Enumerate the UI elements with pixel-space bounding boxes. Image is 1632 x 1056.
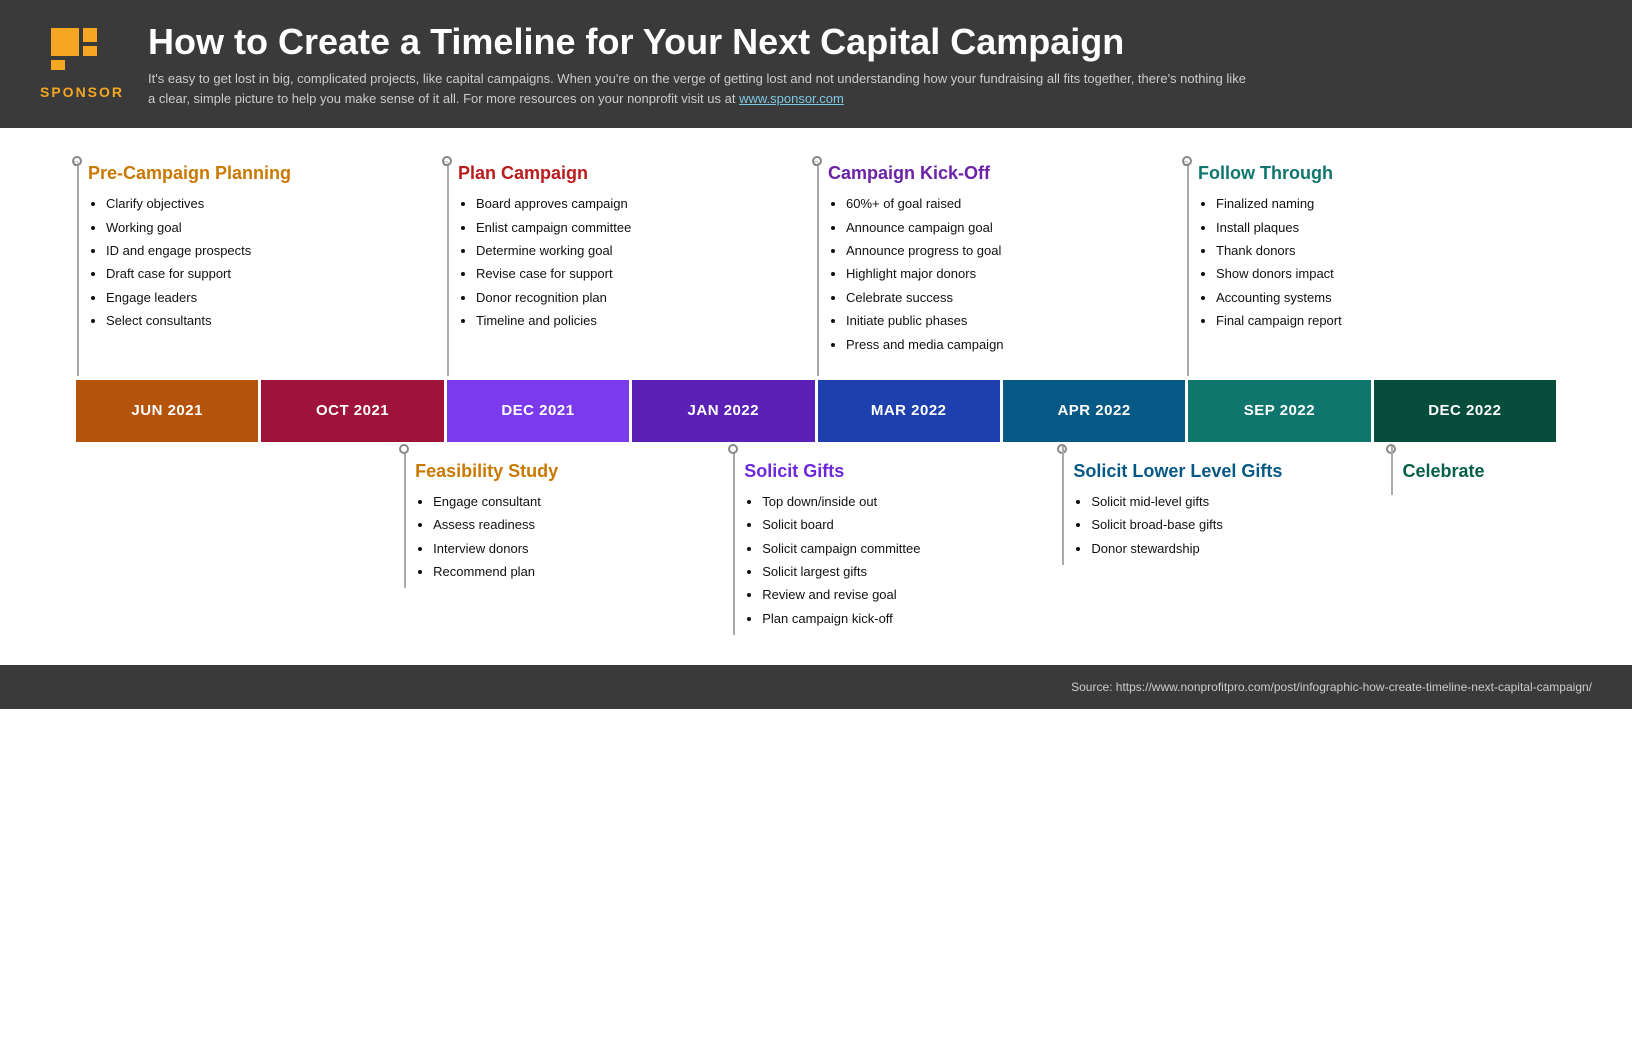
timeline-cell-jun2021: JUN 2021 [76, 380, 258, 442]
list-item: Clarify objectives [106, 192, 441, 215]
list-item: Solicit largest gifts [762, 560, 1056, 583]
list-item: Top down/inside out [762, 490, 1056, 513]
timeline-cell-jan2022: JAN 2022 [632, 380, 814, 442]
source-text: Source: https://www.nonprofitpro.com/pos… [1071, 680, 1592, 694]
phase-solicit-gifts: Solicit Gifts Top down/inside out Solici… [732, 446, 1061, 635]
list-item: Announce campaign goal [846, 216, 1181, 239]
list-item: Plan campaign kick-off [762, 607, 1056, 630]
list-item: Celebrate success [846, 286, 1181, 309]
phase-plan-campaign: Plan Campaign Board approves campaign En… [446, 158, 816, 376]
list-item: Timeline and policies [476, 309, 811, 332]
phase-follow-through-title: Follow Through [1198, 163, 1551, 184]
list-item: Interview donors [433, 537, 727, 560]
list-item: Enlist campaign committee [476, 216, 811, 239]
phase-plan-campaign-title: Plan Campaign [458, 163, 811, 184]
logo-container: SPONSOR [40, 28, 124, 100]
phase-solicit-lower: Solicit Lower Level Gifts Solicit mid-le… [1061, 446, 1390, 565]
list-item: 60%+ of goal raised [846, 192, 1181, 215]
timeline-cell-apr2022: APR 2022 [1003, 380, 1185, 442]
phase-kickoff: Campaign Kick-Off 60%+ of goal raised An… [816, 158, 1186, 376]
list-item: Show donors impact [1216, 262, 1551, 285]
phase-feasibility-list: Engage consultant Assess readiness Inter… [415, 490, 727, 584]
list-item: Donor recognition plan [476, 286, 811, 309]
phase-solicit-lower-title: Solicit Lower Level Gifts [1073, 461, 1385, 482]
list-item: Solicit broad-base gifts [1091, 513, 1385, 536]
list-item: Solicit campaign committee [762, 537, 1056, 560]
phase-pre-campaign-title: Pre-Campaign Planning [88, 163, 441, 184]
timeline-cell-sep2022: SEP 2022 [1188, 380, 1370, 442]
connector-dot-follow [1182, 156, 1192, 166]
list-item: Determine working goal [476, 239, 811, 262]
timeline-bar: JUN 2021 OCT 2021 DEC 2021 JAN 2022 MAR … [76, 380, 1556, 442]
list-item: Final campaign report [1216, 309, 1551, 332]
phase-follow-through: Follow Through Finalized naming Install … [1186, 158, 1556, 376]
timeline-cell-mar2022: MAR 2022 [818, 380, 1000, 442]
connector-dot-plan [442, 156, 452, 166]
phase-pre-campaign: Pre-Campaign Planning Clarify objectives… [76, 158, 446, 376]
connector-dot-pre [72, 156, 82, 166]
list-item: Initiate public phases [846, 309, 1181, 332]
phase-plan-campaign-list: Board approves campaign Enlist campaign … [458, 192, 811, 332]
phase-solicit-gifts-list: Top down/inside out Solicit board Solici… [744, 490, 1056, 630]
list-item: Solicit board [762, 513, 1056, 536]
list-item: Engage consultant [433, 490, 727, 513]
list-item: Highlight major donors [846, 262, 1181, 285]
header-description: It's easy to get lost in big, complicate… [148, 69, 1248, 108]
timeline-cell-dec2022: DEC 2022 [1374, 380, 1556, 442]
list-item: Board approves campaign [476, 192, 811, 215]
connector-dot-solicit [728, 444, 738, 454]
list-item: Announce progress to goal [846, 239, 1181, 262]
list-item: Donor stewardship [1091, 537, 1385, 560]
list-item: Finalized naming [1216, 192, 1551, 215]
connector-dot-kickoff [812, 156, 822, 166]
phase-feasibility: Feasibility Study Engage consultant Asse… [403, 446, 732, 589]
list-item: Press and media campaign [846, 333, 1181, 356]
phase-solicit-gifts-title: Solicit Gifts [744, 461, 1056, 482]
page-title: How to Create a Timeline for Your Next C… [148, 20, 1248, 63]
list-item: Recommend plan [433, 560, 727, 583]
list-item: Thank donors [1216, 239, 1551, 262]
list-item: Accounting systems [1216, 286, 1551, 309]
list-item: Revise case for support [476, 262, 811, 285]
logo-text: SPONSOR [40, 84, 124, 100]
phase-feasibility-title: Feasibility Study [415, 461, 727, 482]
phase-celebrate: Celebrate [1390, 446, 1556, 495]
footer: Source: https://www.nonprofitpro.com/pos… [0, 665, 1632, 709]
phase-kickoff-list: 60%+ of goal raised Announce campaign go… [828, 192, 1181, 356]
header: SPONSOR How to Create a Timeline for You… [0, 0, 1632, 128]
timeline-cell-dec2021: DEC 2021 [447, 380, 629, 442]
phase-celebrate-title: Celebrate [1402, 461, 1551, 482]
list-item: Engage leaders [106, 286, 441, 309]
main-content: Pre-Campaign Planning Clarify objectives… [0, 128, 1632, 645]
phases-bottom: Feasibility Study Engage consultant Asse… [76, 446, 1556, 635]
phase-follow-through-list: Finalized naming Install plaques Thank d… [1198, 192, 1551, 332]
list-item: Working goal [106, 216, 441, 239]
list-item: Review and revise goal [762, 583, 1056, 606]
list-item: Assess readiness [433, 513, 727, 536]
phase-pre-campaign-list: Clarify objectives Working goal ID and e… [88, 192, 441, 332]
phase-kickoff-title: Campaign Kick-Off [828, 163, 1181, 184]
list-item: Install plaques [1216, 216, 1551, 239]
sponsor-link[interactable]: www.sponsor.com [739, 91, 844, 106]
logo-icon [51, 28, 113, 80]
list-item: Solicit mid-level gifts [1091, 490, 1385, 513]
connector-dot-feasibility [399, 444, 409, 454]
phases-top: Pre-Campaign Planning Clarify objectives… [76, 158, 1556, 376]
timeline-cell-oct2021: OCT 2021 [261, 380, 443, 442]
list-item: Draft case for support [106, 262, 441, 285]
list-item: Select consultants [106, 309, 441, 332]
phase-solicit-lower-list: Solicit mid-level gifts Solicit broad-ba… [1073, 490, 1385, 560]
header-text: How to Create a Timeline for Your Next C… [148, 20, 1248, 108]
list-item: ID and engage prospects [106, 239, 441, 262]
